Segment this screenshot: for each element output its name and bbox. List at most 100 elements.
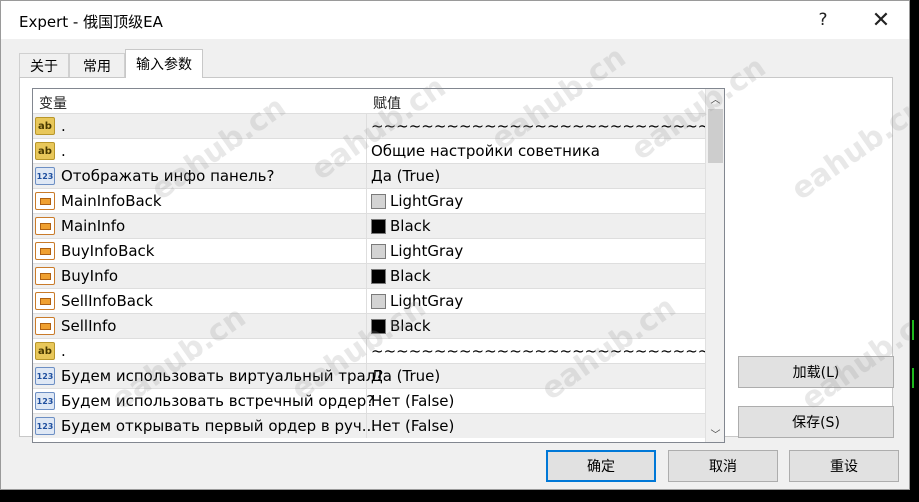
value-cell[interactable]: LightGray	[367, 239, 705, 263]
scroll-up-arrow-icon[interactable]: ︿	[706, 89, 724, 107]
variable-cell: BuyInfoBack	[33, 239, 367, 263]
value-text: Да (True)	[371, 167, 441, 185]
value-cell[interactable]: Black	[367, 314, 705, 338]
tab-inputs[interactable]: 输入参数	[125, 49, 203, 78]
value-cell[interactable]: LightGray	[367, 189, 705, 213]
table-row[interactable]: ab.~~~~~~~~~~~~~~~~~~~~~~~~~~~~~...	[33, 113, 705, 138]
close-button[interactable]: ✕	[861, 5, 901, 35]
tab-about[interactable]: 关于	[19, 53, 69, 77]
table-row[interactable]: 123 Будем использовать встречный ордер? Не…	[33, 388, 705, 413]
variable-name: MainInfo	[61, 217, 126, 235]
value-text: ~~~~~~~~~~~~~~~~~~~~~~~~~~~~~...	[371, 117, 705, 135]
variable-name: BuyInfo	[61, 267, 119, 285]
variable-cell: 123 Будем использовать виртуальный трал?	[33, 364, 383, 388]
value-cell[interactable]: Нет (False)	[367, 389, 705, 413]
value-cell[interactable]: Black	[367, 214, 705, 238]
variable-name: Будем открывать первый ордер в руч...	[61, 417, 377, 435]
window-title: Expert - 俄国顶级EA	[19, 13, 163, 31]
save-button[interactable]: 保存(S)	[738, 406, 894, 438]
value-text: LightGray	[390, 292, 464, 310]
variable-name: .	[61, 117, 66, 135]
table-row[interactable]: 123 Будем открывать первый ордер в руч...…	[33, 413, 705, 438]
value-text: Black	[390, 317, 431, 335]
value-text: Black	[390, 217, 431, 235]
variable-name: BuyInfoBack	[61, 242, 155, 260]
value-text: Нет (False)	[371, 392, 455, 410]
color-swatch	[371, 194, 386, 209]
value-text: Да (True)	[371, 367, 441, 385]
variable-name: Отображать инфо панель?	[61, 167, 275, 185]
variable-cell: SellInfoBack	[33, 289, 367, 313]
color-icon	[35, 292, 55, 310]
value-cell[interactable]: Да (True)	[367, 164, 705, 188]
inputs-panel: 变量 赋值 ab.~~~~~~~~~~~~~~~~~~~~~~~~~~~~~..…	[19, 77, 894, 443]
value-text: Общие настройки советника	[371, 142, 600, 160]
cancel-button[interactable]: 取消	[668, 450, 778, 482]
variable-name: .	[61, 342, 66, 360]
variable-name: .	[61, 142, 66, 160]
variable-name: Будем использовать виртуальный трал?	[61, 367, 384, 385]
variable-cell: ab.	[33, 114, 367, 138]
color-swatch	[371, 269, 386, 284]
color-icon	[35, 192, 55, 210]
variable-name: SellInfo	[61, 317, 117, 335]
ab-string-icon: ab	[35, 142, 55, 160]
table-row[interactable]: MainInfoBack LightGray	[33, 188, 705, 213]
value-text: ~~~~~~~~~~~~~~~~~~~~~~~~~~~~~...	[371, 342, 705, 360]
table-row[interactable]: ab. ~~~~~~~~~~~~~~~~~~~~~~~~~~~~~...	[33, 338, 705, 363]
123-bool-icon: 123	[35, 417, 55, 435]
parameters-grid: 变量 赋值 ab.~~~~~~~~~~~~~~~~~~~~~~~~~~~~~..…	[32, 88, 725, 443]
ok-button[interactable]: 确定	[546, 450, 656, 482]
color-icon	[35, 242, 55, 260]
variable-cell: 123 Будем использовать встречный ордер?	[33, 389, 374, 413]
scrollbar-thumb[interactable]	[708, 109, 723, 163]
variable-name: SellInfoBack	[61, 292, 153, 310]
table-row[interactable]: SellInfoBack LightGray	[33, 288, 705, 313]
color-swatch	[371, 219, 386, 234]
value-cell[interactable]: Общие настройки советника	[367, 139, 705, 163]
color-icon	[35, 317, 55, 335]
variable-cell: MainInfo	[33, 214, 367, 238]
table-row[interactable]: MainInfo Black	[33, 213, 705, 238]
table-row[interactable]: SellInfo Black	[33, 313, 705, 338]
table-row[interactable]: ab. Общие настройки советника	[33, 138, 705, 163]
variable-cell: 123 Отображать инфо панель?	[33, 164, 367, 188]
value-cell[interactable]: ~~~~~~~~~~~~~~~~~~~~~~~~~~~~~...	[367, 114, 705, 138]
value-text: LightGray	[390, 192, 464, 210]
table-row[interactable]: 123 Отображать инфо панель? Да (True)	[33, 163, 705, 188]
ab-string-icon: ab	[35, 117, 55, 135]
123-bool-icon: 123	[35, 367, 55, 385]
tab-common[interactable]: 常用	[69, 53, 125, 77]
table-row[interactable]: BuyInfoBack LightGray	[33, 238, 705, 263]
help-button[interactable]: ?	[803, 5, 843, 35]
variable-name: MainInfoBack	[61, 192, 162, 210]
variable-cell: 123 Будем открывать первый ордер в руч...	[33, 414, 376, 438]
color-swatch	[371, 294, 386, 309]
color-swatch	[371, 244, 386, 259]
grid-header: 变量 赋值	[33, 89, 705, 113]
value-cell[interactable]: Black	[367, 264, 705, 288]
value-cell[interactable]: Да (True)	[367, 364, 705, 388]
value-cell[interactable]: LightGray	[367, 289, 705, 313]
scroll-down-arrow-icon[interactable]: ﹀	[706, 424, 724, 442]
column-header-value: 赋值	[373, 96, 401, 112]
variable-cell: SellInfo	[33, 314, 367, 338]
ab-string-icon: ab	[35, 342, 55, 360]
variable-cell: ab.	[33, 139, 367, 163]
table-row[interactable]: 123 Будем использовать виртуальный трал? Д…	[33, 363, 705, 388]
chart-tick-mark	[912, 320, 914, 340]
value-text: Нет (False)	[371, 417, 455, 435]
load-button[interactable]: 加载(L)	[738, 356, 894, 388]
color-swatch	[371, 319, 386, 334]
vertical-scrollbar[interactable]: ︿ ﹀	[705, 89, 724, 442]
title-bar: Expert - 俄国顶级EA ? ✕	[1, 1, 909, 39]
chart-tick-mark	[912, 368, 914, 388]
123-bool-icon: 123	[35, 167, 55, 185]
column-header-variable: 变量	[39, 96, 67, 112]
expert-dialog: Expert - 俄国顶级EA ? ✕ 关于 常用 输入参数 变量 赋值 ab.…	[0, 0, 910, 490]
reset-button[interactable]: 重设	[789, 450, 899, 482]
value-cell[interactable]: Нет (False)	[367, 414, 705, 438]
value-cell[interactable]: ~~~~~~~~~~~~~~~~~~~~~~~~~~~~~...	[367, 339, 705, 363]
table-row[interactable]: BuyInfo Black	[33, 263, 705, 288]
value-text: Black	[390, 267, 431, 285]
